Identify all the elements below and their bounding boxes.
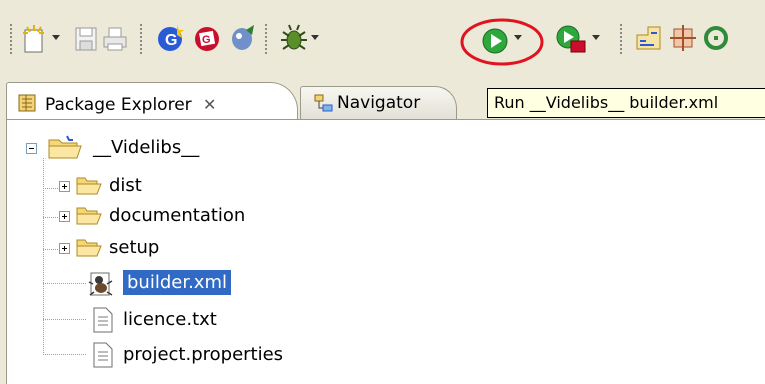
debug-dropdown-icon[interactable]: [311, 35, 319, 40]
text-file-icon: [91, 306, 115, 338]
save-icon[interactable]: [74, 26, 98, 56]
folder-icon: [75, 174, 103, 202]
text-file-icon: [91, 341, 115, 373]
tree-item-label: builder.xml: [123, 270, 231, 295]
close-tab-icon[interactable]: ✕: [203, 95, 216, 114]
tree-item-label: dist: [109, 175, 142, 196]
tree-item-label: licence.txt: [123, 309, 217, 330]
tree-connector: [43, 354, 87, 355]
tree-item-label: __Videlibs__: [93, 137, 200, 158]
tab-package-explorer[interactable]: Package Explorer ✕: [6, 82, 298, 121]
toolbar-separator: [10, 24, 12, 54]
expand-icon[interactable]: [59, 211, 70, 222]
external-tools-icon[interactable]: [554, 23, 588, 59]
tree-connector: [43, 283, 87, 284]
new-dropdown-icon[interactable]: [52, 35, 60, 40]
print-icon[interactable]: [102, 26, 128, 56]
tab-navigator[interactable]: Navigator: [300, 86, 457, 119]
debug-icon[interactable]: [279, 22, 309, 58]
tree-item-root[interactable]: __Videlibs__: [19, 134, 319, 162]
package-explorer-icon: [17, 93, 37, 117]
search-icon[interactable]: [702, 24, 732, 58]
toolbar-separator: [140, 24, 142, 54]
folder-icon: [75, 236, 103, 264]
tree-item-dist[interactable]: dist: [43, 172, 343, 200]
svg-text:G: G: [165, 32, 177, 49]
open-task-icon[interactable]: [668, 23, 698, 57]
folder-icon: [75, 204, 103, 232]
collapse-icon[interactable]: [26, 143, 37, 154]
open-type-icon[interactable]: [634, 23, 664, 57]
project-folder-icon: [47, 134, 87, 166]
navigator-icon: [313, 93, 335, 117]
run-tooltip: Run __Videlibs__ builder.xml: [487, 88, 765, 118]
ant-file-icon: [87, 270, 115, 302]
toolbar-separator: [265, 24, 267, 54]
tree-item-project-properties[interactable]: project.properties: [87, 341, 407, 369]
tree-item-documentation[interactable]: documentation: [43, 202, 343, 230]
debug-tools-icon[interactable]: [228, 23, 256, 57]
tree-item-label: documentation: [109, 205, 246, 226]
new-icon[interactable]: [22, 24, 48, 58]
expand-icon[interactable]: [59, 181, 70, 192]
run-highlight-circle: [460, 18, 544, 66]
tree-item-licence-txt[interactable]: licence.txt: [87, 306, 387, 334]
tab-label: Package Explorer: [45, 95, 192, 115]
tree-item-label: project.properties: [123, 344, 284, 365]
tree-item-label: setup: [109, 237, 160, 258]
tree-item-builder-xml[interactable]: builder.xml: [87, 270, 387, 298]
tab-label: Navigator: [337, 93, 421, 113]
toolbar-separator: [620, 24, 622, 54]
tree-item-setup[interactable]: setup: [43, 234, 343, 262]
svg-text:G: G: [202, 34, 211, 46]
package-explorer-tree: __Videlibs__ dist documentation setup bu…: [6, 119, 765, 384]
external-tools-dropdown-icon[interactable]: [592, 35, 600, 40]
main-toolbar: G G: [0, 0, 765, 78]
expand-icon[interactable]: [59, 243, 70, 254]
tree-connector: [43, 319, 87, 320]
new-java-project-icon[interactable]: G: [156, 23, 186, 57]
testng-icon[interactable]: G: [192, 23, 222, 57]
